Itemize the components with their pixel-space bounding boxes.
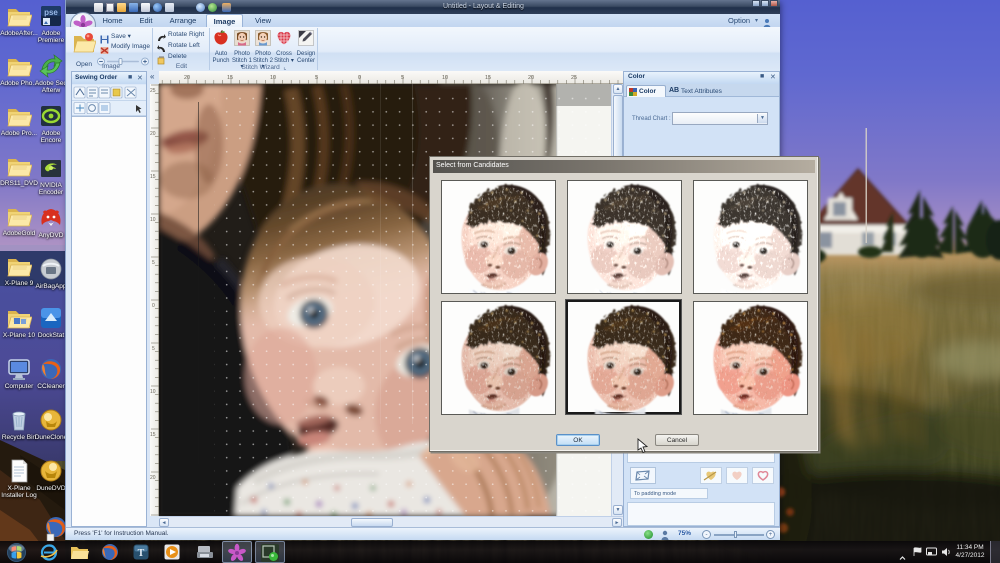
svg-text:0: 0 <box>358 75 361 81</box>
svg-text:5: 5 <box>315 75 318 81</box>
svg-text:10: 10 <box>270 75 276 81</box>
svg-text:15: 15 <box>150 432 156 438</box>
svg-text:10: 10 <box>442 75 448 81</box>
svg-text:20: 20 <box>184 75 190 81</box>
svg-text:5: 5 <box>401 75 404 81</box>
svg-text:0: 0 <box>152 303 155 309</box>
svg-text:15: 15 <box>227 75 233 81</box>
svg-text:5: 5 <box>152 346 155 352</box>
svg-text:15: 15 <box>485 75 491 81</box>
svg-text:10: 10 <box>150 217 156 223</box>
svg-text:20: 20 <box>528 75 534 81</box>
svg-text:pse: pse <box>44 8 58 17</box>
svg-text:20: 20 <box>150 475 156 481</box>
svg-text:5: 5 <box>152 260 155 266</box>
svg-text:25: 25 <box>571 75 577 81</box>
svg-text:25: 25 <box>150 88 156 94</box>
svg-text:10: 10 <box>150 389 156 395</box>
svg-text:20: 20 <box>150 131 156 137</box>
svg-text:15: 15 <box>150 174 156 180</box>
svg-text:T: T <box>138 548 145 559</box>
